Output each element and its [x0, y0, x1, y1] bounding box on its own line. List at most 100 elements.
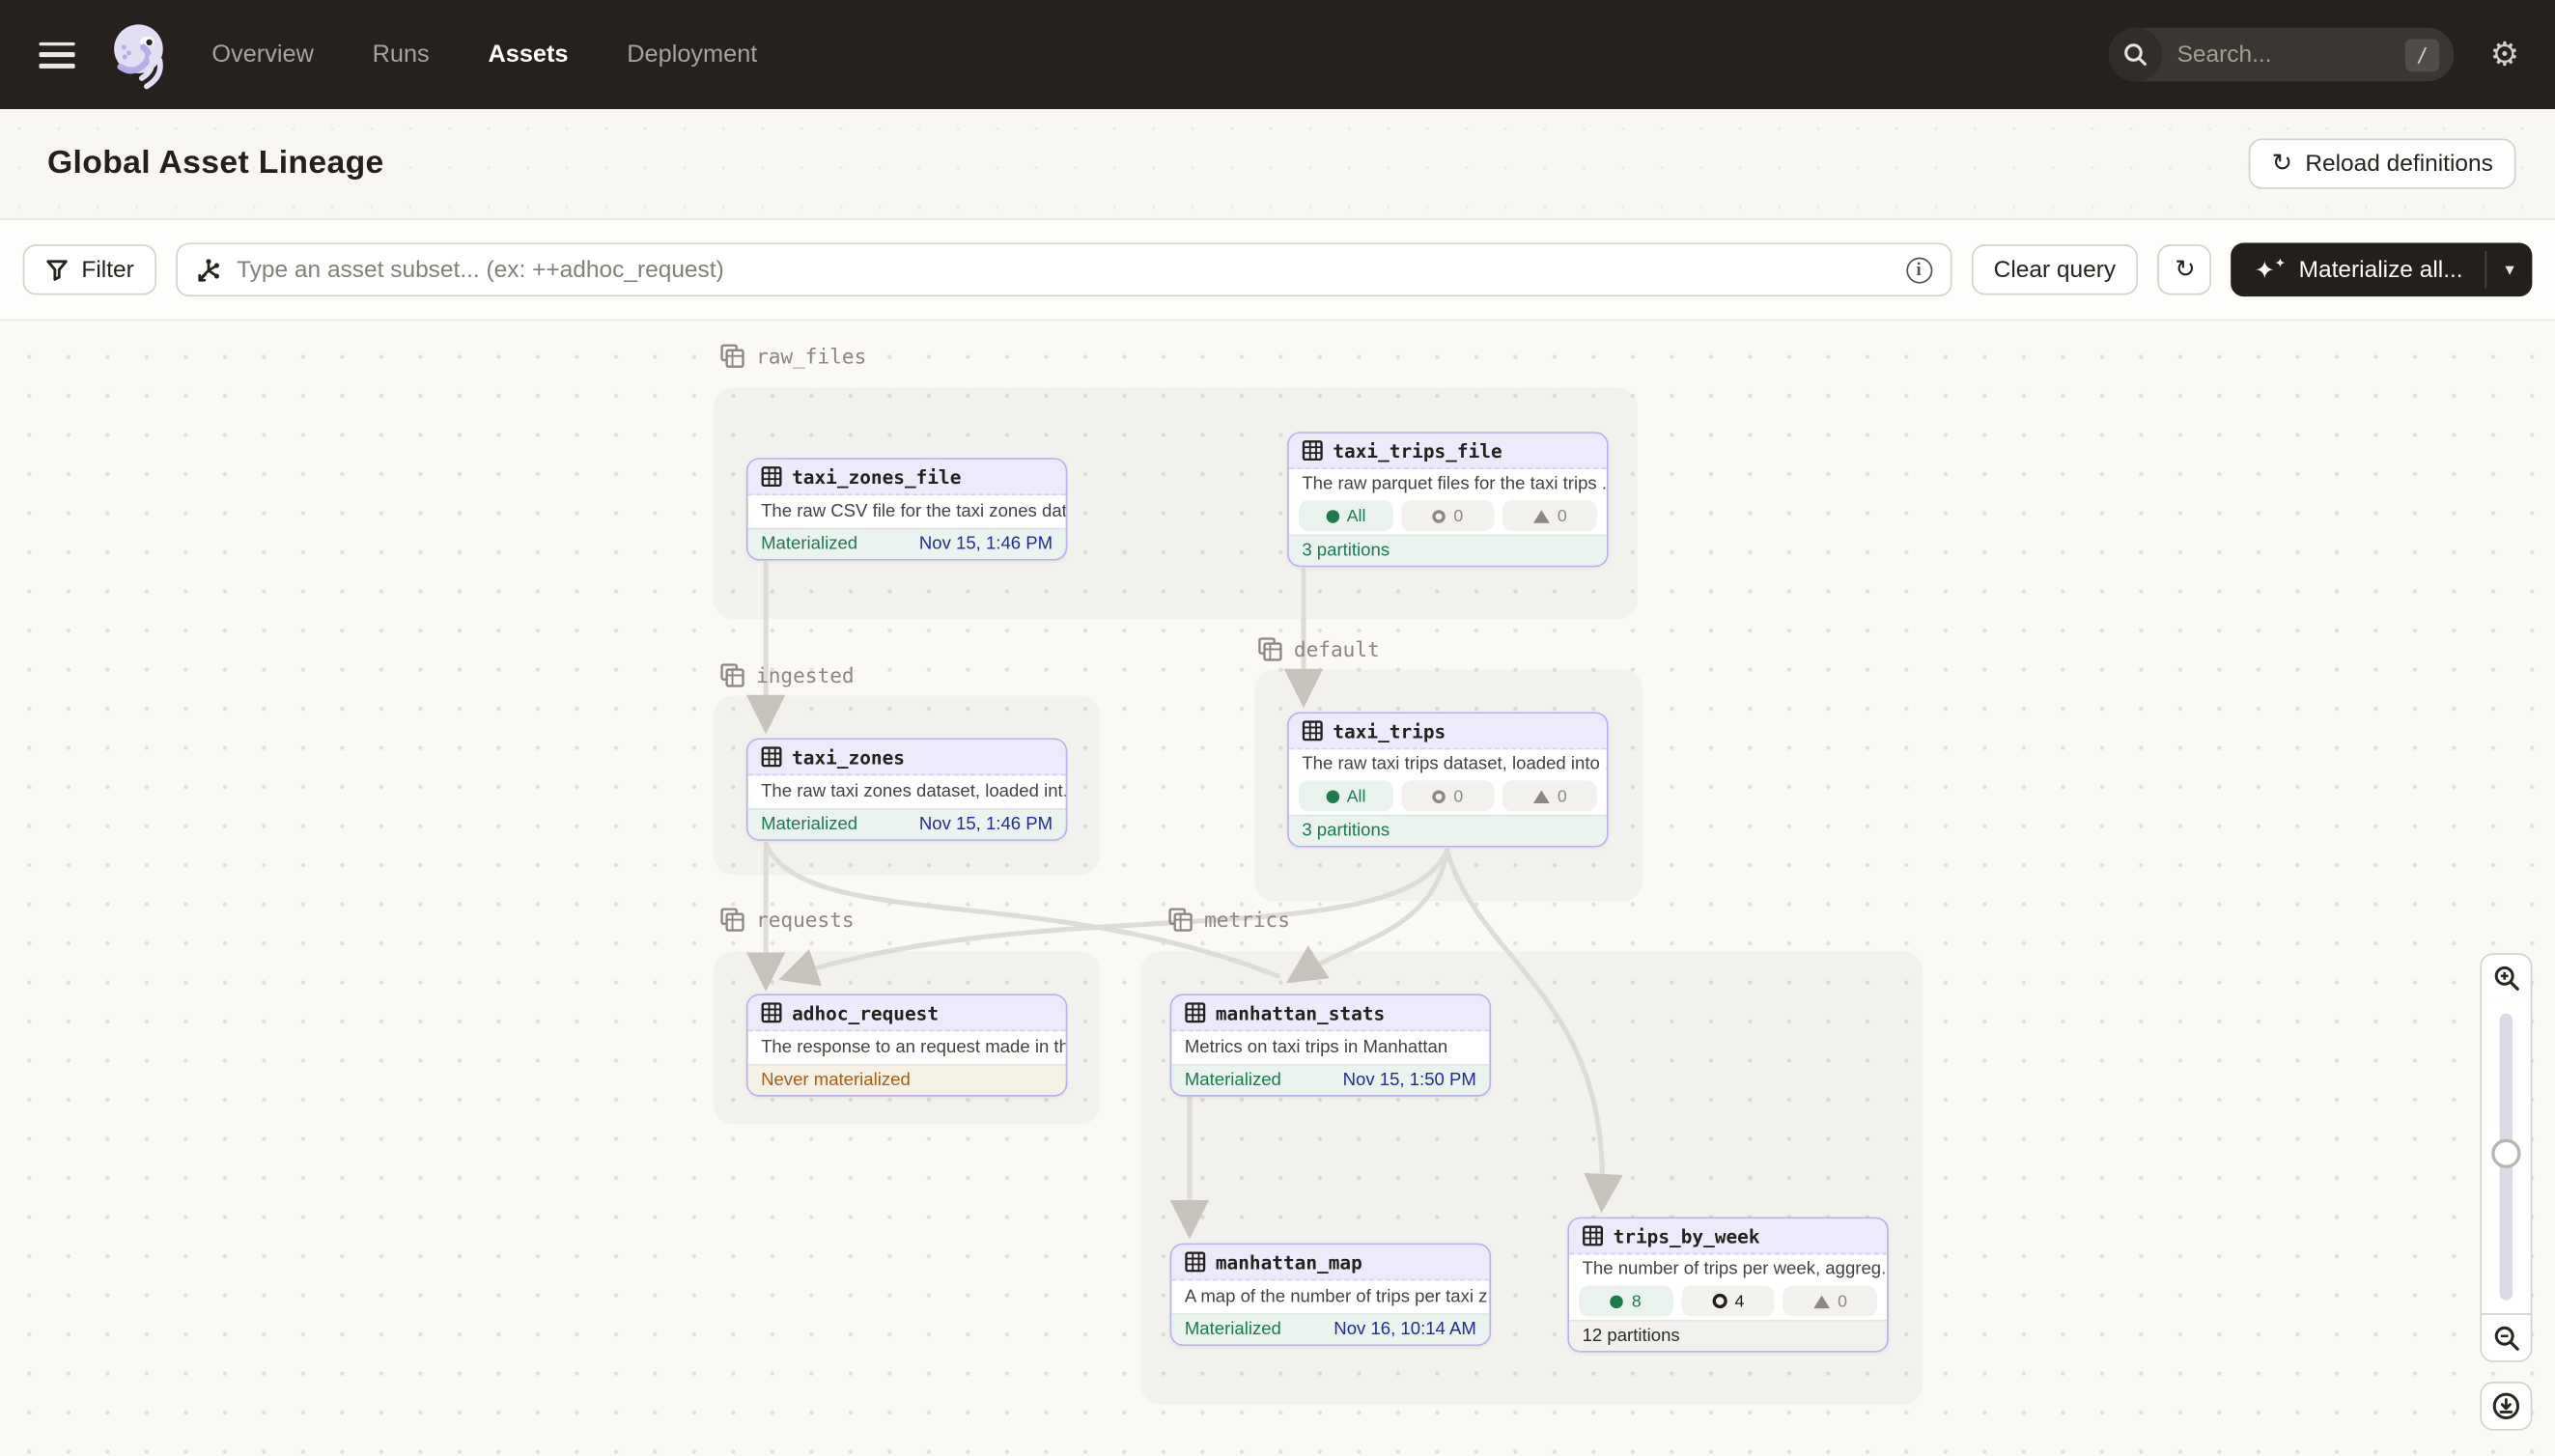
download-image-button[interactable]: [2480, 1382, 2532, 1431]
zoom-slider[interactable]: [2480, 1000, 2532, 1313]
search-input[interactable]: Search... /: [2109, 28, 2455, 82]
chevron-down-icon: ▾: [2505, 259, 2513, 280]
chip-label: All: [1347, 506, 1366, 525]
dagster-logo[interactable]: [107, 20, 173, 89]
clear-query-button[interactable]: Clear query: [1971, 244, 2139, 294]
group-label-raw-files[interactable]: raw_files: [720, 344, 866, 368]
refresh-icon: ↻: [2175, 258, 2195, 282]
group-icon: [720, 908, 744, 932]
filter-button[interactable]: Filter: [23, 244, 157, 294]
refresh-button[interactable]: ↻: [2158, 244, 2212, 294]
asset-name: manhattan_map: [1216, 1250, 1362, 1274]
partition-health-chips: 8 4 0: [1569, 1282, 1887, 1320]
table-icon: [1302, 720, 1323, 742]
materialize-dropdown-button[interactable]: ▾: [2487, 242, 2532, 296]
group-label-default[interactable]: default: [1258, 637, 1380, 661]
group-label-ingested[interactable]: ingested: [720, 663, 855, 687]
sparkle-icon: ✦✦: [2255, 255, 2287, 284]
topbar-right: Search... / ⚙: [2109, 28, 2519, 82]
app-window: Overview Runs Assets Deployment Search..…: [0, 0, 2555, 1456]
funnel-icon: [45, 258, 69, 281]
triangle-icon: [1533, 790, 1550, 803]
status-badge: Materialized: [761, 815, 857, 834]
chip-label: 0: [1453, 786, 1463, 805]
group-name: ingested: [756, 663, 855, 687]
group-name: metrics: [1204, 908, 1290, 932]
zoom-slider-thumb[interactable]: [2491, 1139, 2520, 1168]
table-icon: [1583, 1225, 1604, 1246]
op-selector-icon: [196, 257, 222, 283]
materialization-timestamp[interactable]: Nov 15, 1:50 PM: [1343, 1071, 1476, 1090]
partitions-count: 12 partitions: [1583, 1327, 1680, 1346]
asset-subset-input[interactable]: Type an asset subset... (ex: ++adhoc_req…: [177, 242, 1951, 296]
zoom-in-button[interactable]: [2480, 953, 2532, 1002]
triangle-icon: [1533, 509, 1550, 522]
asset-node-manhattan-map[interactable]: manhattan_map A map of the number of tri…: [1170, 1244, 1491, 1346]
partitions-materialized-chip[interactable]: 8: [1579, 1285, 1672, 1316]
search-shortcut-badge: /: [2405, 39, 2439, 71]
asset-name: trips_by_week: [1614, 1224, 1760, 1247]
partitions-missing-chip[interactable]: 0: [1783, 1285, 1877, 1316]
page-title: Global Asset Lineage: [47, 145, 384, 182]
asset-description: A map of the number of trips per taxi z.…: [1171, 1280, 1489, 1313]
asset-name: taxi_zones: [792, 745, 905, 769]
partitions-missing-chip[interactable]: 0: [1502, 780, 1596, 811]
nav-item-runs[interactable]: Runs: [373, 41, 430, 69]
group-label-requests[interactable]: requests: [720, 908, 855, 932]
zoom-out-icon: [2492, 1324, 2520, 1352]
nav-item-assets[interactable]: Assets: [488, 41, 568, 69]
asset-node-manhattan-stats[interactable]: manhattan_stats Metrics on taxi trips in…: [1170, 994, 1491, 1096]
partitions-count: 3 partitions: [1302, 822, 1390, 841]
partitions-failed-chip[interactable]: 0: [1401, 780, 1495, 811]
chip-label: 0: [1558, 506, 1567, 525]
materialization-timestamp[interactable]: Nov 15, 1:46 PM: [919, 815, 1053, 834]
table-icon: [761, 466, 782, 488]
status-badge: Materialized: [1185, 1071, 1281, 1090]
partitions-missing-chip[interactable]: 0: [1502, 500, 1596, 531]
zoom-out-button[interactable]: [2480, 1313, 2532, 1362]
asset-node-taxi-trips[interactable]: taxi_trips The raw taxi trips dataset, l…: [1287, 712, 1608, 847]
table-icon: [1185, 1251, 1206, 1273]
nav-item-deployment[interactable]: Deployment: [627, 41, 757, 69]
nav-item-overview[interactable]: Overview: [211, 41, 313, 69]
asset-description: Metrics on taxi trips in Manhattan: [1171, 1031, 1489, 1064]
ring-icon: [1712, 1294, 1727, 1308]
partitions-failed-chip[interactable]: 4: [1681, 1285, 1775, 1316]
table-icon: [1185, 1002, 1206, 1023]
asset-node-adhoc-request[interactable]: adhoc_request The response to an request…: [746, 994, 1067, 1096]
partitions-materialized-chip[interactable]: All: [1299, 780, 1392, 811]
partitions-materialized-chip[interactable]: All: [1299, 500, 1392, 531]
materialize-all-split-button: ✦✦ Materialize all... ▾: [2232, 242, 2532, 296]
group-name: raw_files: [756, 344, 866, 368]
asset-description: The raw taxi trips dataset, loaded into …: [1289, 749, 1607, 777]
zoom-slider-track[interactable]: [2500, 1014, 2513, 1301]
partitions-count: 3 partitions: [1302, 542, 1390, 561]
reload-definitions-button[interactable]: ↻ Reload definitions: [2249, 138, 2516, 188]
asset-node-trips-by-week[interactable]: trips_by_week The number of trips per we…: [1567, 1218, 1888, 1353]
hamburger-menu-icon[interactable]: [40, 42, 75, 68]
zoom-in-icon: [2492, 964, 2520, 992]
asset-node-taxi-trips-file[interactable]: taxi_trips_file The raw parquet files fo…: [1287, 432, 1608, 567]
partitions-failed-chip[interactable]: 0: [1401, 500, 1495, 531]
group-label-metrics[interactable]: metrics: [1168, 908, 1290, 932]
ring-icon: [1432, 790, 1446, 803]
asset-node-taxi-zones[interactable]: taxi_zones The raw taxi zones dataset, l…: [746, 738, 1067, 840]
info-icon[interactable]: i: [1906, 257, 1932, 283]
filter-label: Filter: [81, 257, 133, 283]
materialization-timestamp[interactable]: Nov 16, 10:14 AM: [1334, 1320, 1476, 1339]
chip-label: 0: [1558, 786, 1567, 805]
materialize-all-button[interactable]: ✦✦ Materialize all...: [2232, 242, 2485, 296]
asset-name: taxi_trips: [1333, 719, 1446, 742]
asset-node-taxi-zones-file[interactable]: taxi_zones_file The raw CSV file for the…: [746, 458, 1067, 560]
gear-icon[interactable]: ⚙: [2490, 39, 2519, 71]
asset-description: The raw parquet files for the taxi trips…: [1289, 469, 1607, 497]
page-header: Global Asset Lineage ↻ Reload definition…: [0, 109, 2555, 220]
lineage-toolbar: Filter Type an asset subset... (ex: ++ad…: [0, 220, 2555, 322]
materialization-timestamp[interactable]: Nov 15, 1:46 PM: [919, 535, 1053, 554]
lineage-canvas[interactable]: raw_files ingested default requests metr…: [0, 321, 2555, 1456]
asset-name: adhoc_request: [792, 1001, 939, 1024]
clear-query-label: Clear query: [1994, 257, 2116, 283]
download-icon: [2491, 1391, 2520, 1420]
status-badge: Materialized: [1185, 1320, 1281, 1339]
triangle-icon: [1813, 1295, 1830, 1308]
